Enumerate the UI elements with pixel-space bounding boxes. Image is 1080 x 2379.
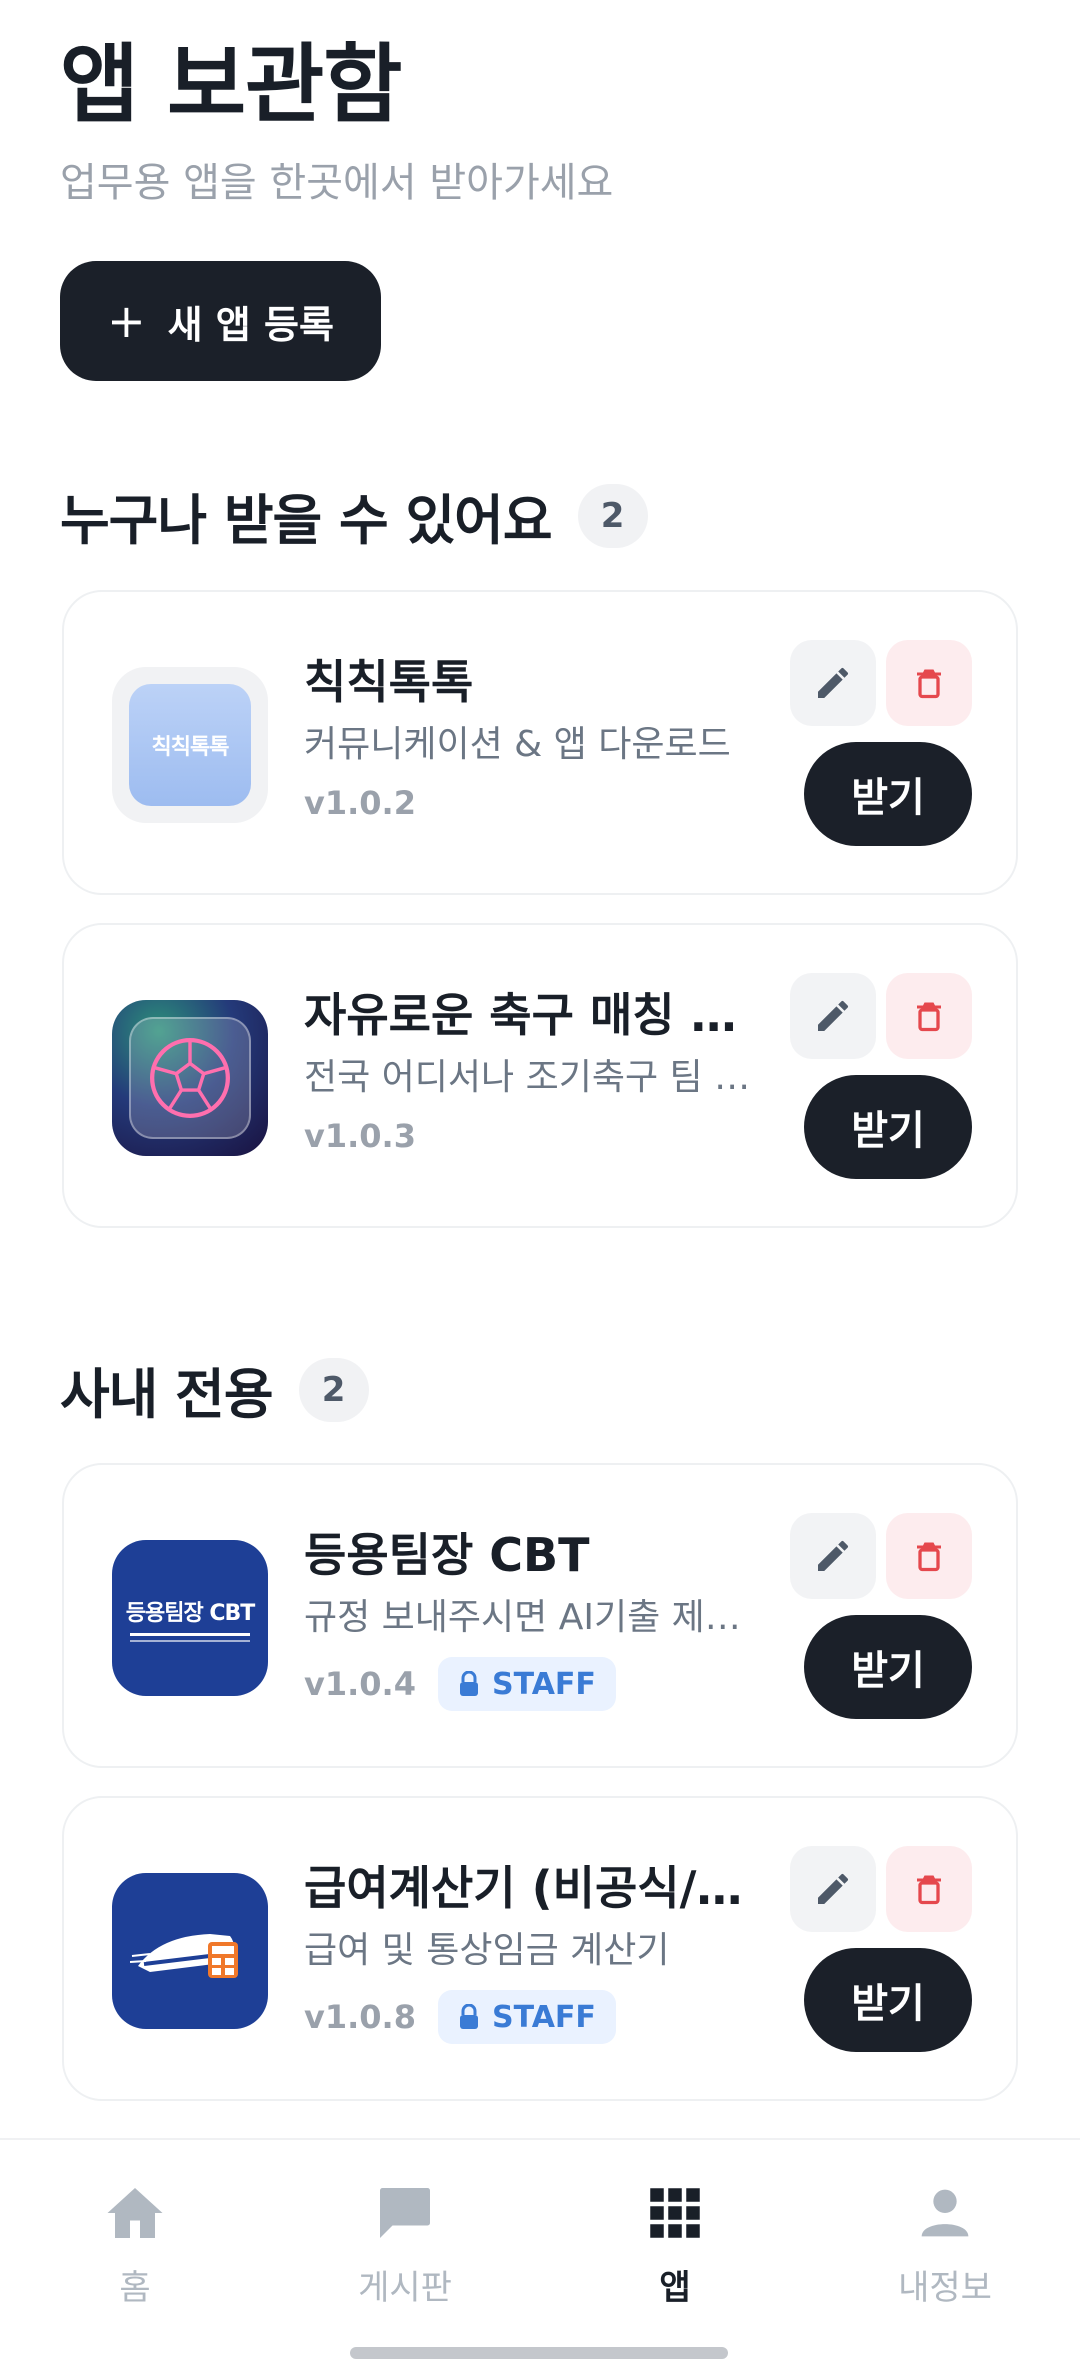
register-new-app-label: 새 앱 등록	[167, 302, 334, 347]
trash-icon	[917, 669, 941, 699]
plus-icon: +	[107, 294, 146, 348]
train-calculator-icon	[112, 1873, 268, 2029]
staff-badge: STAFF	[437, 1657, 616, 1711]
bottom-navigation: 홈 게시판 앱 내정보	[0, 2138, 1080, 2379]
pencil-icon	[818, 667, 849, 698]
app-version: v1.0.3	[304, 1117, 416, 1155]
app-meta: v1.0.3	[304, 1117, 416, 1155]
lock-icon	[459, 2004, 478, 2029]
person-icon	[921, 2189, 969, 2237]
section-title: 누구나 받을 수 있어요	[60, 489, 553, 552]
app-icon-label: 칙칙톡톡	[151, 735, 230, 760]
edit-app-button[interactable]	[790, 1513, 876, 1599]
nav-label: 앱	[659, 2268, 691, 2308]
delete-app-button[interactable]	[886, 1513, 972, 1599]
delete-app-button[interactable]	[886, 640, 972, 726]
get-app-button[interactable]: 받기	[804, 742, 972, 846]
app-name: 등용팀장 CBT	[304, 1528, 590, 1582]
trash-icon	[917, 1875, 941, 1905]
staff-badge-label: STAFF	[491, 1999, 596, 2035]
pencil-icon	[818, 1000, 849, 1031]
apps-grid-icon	[650, 2188, 700, 2238]
section-public-header: 누구나 받을 수 있어요 2	[60, 476, 648, 555]
delete-app-button[interactable]	[886, 973, 972, 1059]
chat-bubble-icon	[380, 2188, 430, 2238]
delete-app-button[interactable]	[886, 1846, 972, 1932]
app-meta: v1.0.8 STAFF	[304, 1990, 616, 2044]
app-name: 칙칙톡톡	[304, 655, 474, 709]
get-app-button[interactable]: 받기	[804, 1948, 972, 2052]
nav-item-home[interactable]: 홈	[35, 2178, 235, 2309]
app-description: 규정 보내주시면 AI기출 제작해드립니다	[304, 1597, 754, 1638]
nav-label: 내정보	[898, 2268, 992, 2308]
app-version: v1.0.2	[304, 784, 416, 822]
get-app-button[interactable]: 받기	[804, 1075, 972, 1179]
app-name: 자유로운 축구 매칭 플랫폼	[304, 988, 754, 1042]
app-version: v1.0.4	[304, 1665, 416, 1703]
app-version: v1.0.8	[304, 1998, 416, 2036]
app-description: 커뮤니케이션 & 앱 다운로드	[304, 724, 731, 765]
app-meta: v1.0.4 STAFF	[304, 1657, 616, 1711]
nav-item-board[interactable]: 게시판	[305, 2178, 505, 2309]
app-description: 급여 및 통상임금 계산기	[304, 1930, 670, 1971]
lock-icon	[459, 1671, 478, 1696]
edit-app-button[interactable]	[790, 1846, 876, 1932]
app-card: 칙칙톡톡 칙칙톡톡 커뮤니케이션 & 앱 다운로드 v1.0.2 받기	[62, 590, 1018, 895]
app-card: 등용팀장 CBT 등용팀장 CBT 규정 보내주시면 AI기출 제작해드립니다 …	[62, 1463, 1018, 1768]
page-subtitle: 업무용 앱을 한곳에서 받아가세요	[60, 160, 614, 206]
app-card: 자유로운 축구 매칭 플랫폼 전국 어디서나 조기축구 팀 매칭 v1.0.3 …	[62, 923, 1018, 1228]
nav-item-my-info[interactable]: 내정보	[845, 2178, 1045, 2309]
trash-icon	[917, 1542, 941, 1572]
app-name: 급여계산기 (비공식/안내용)	[304, 1861, 754, 1915]
app-card: 급여계산기 (비공식/안내용) 급여 및 통상임금 계산기 v1.0.8 STA…	[62, 1796, 1018, 2101]
count-badge: 2	[298, 1357, 369, 1422]
app-description: 전국 어디서나 조기축구 팀 매칭	[304, 1057, 754, 1098]
app-storage-screen: 앱 보관함 업무용 앱을 한곳에서 받아가세요 + 새 앱 등록 누구나 받을 …	[0, 0, 1080, 2379]
register-new-app-button[interactable]: + 새 앱 등록	[60, 261, 381, 381]
home-icon	[107, 2188, 163, 2238]
pencil-icon	[818, 1540, 849, 1571]
app-icon-cbt: 등용팀장 CBT	[112, 1540, 268, 1696]
section-internal-header: 사내 전용 2	[60, 1350, 369, 1429]
soccer-ball-icon	[112, 1000, 268, 1156]
staff-badge: STAFF	[437, 1990, 616, 2044]
nav-label: 게시판	[358, 2268, 452, 2308]
edit-app-button[interactable]	[790, 973, 876, 1059]
app-icon-chikchik: 칙칙톡톡	[112, 667, 268, 823]
app-icon-label: 등용팀장 CBT	[125, 1600, 256, 1626]
count-badge: 2	[577, 483, 648, 548]
pencil-icon	[818, 1873, 849, 1904]
nav-item-apps[interactable]: 앱	[575, 2178, 775, 2309]
nav-label: 홈	[119, 2268, 151, 2308]
get-app-button[interactable]: 받기	[804, 1615, 972, 1719]
edit-app-button[interactable]	[790, 640, 876, 726]
section-title: 사내 전용	[60, 1363, 274, 1426]
staff-badge-label: STAFF	[491, 1666, 596, 1702]
app-meta: v1.0.2	[304, 784, 416, 822]
trash-icon	[917, 1002, 941, 1032]
page-title: 앱 보관함	[60, 35, 402, 135]
home-indicator[interactable]	[350, 2347, 728, 2359]
